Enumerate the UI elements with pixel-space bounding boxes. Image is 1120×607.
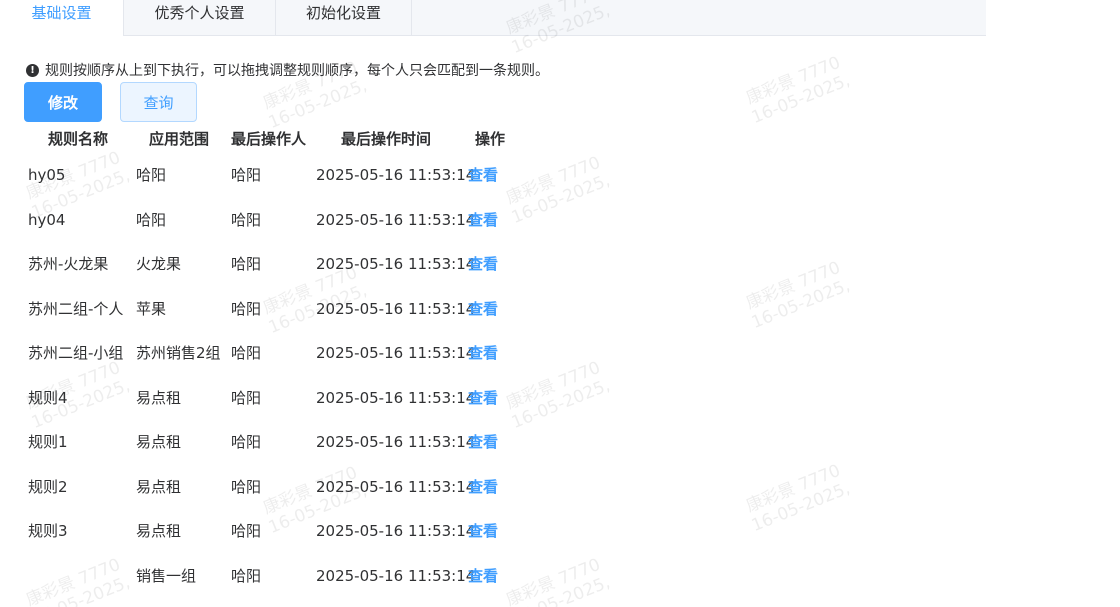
header-last-operator: 最后操作人 bbox=[231, 130, 307, 148]
view-link[interactable]: 查看 bbox=[468, 432, 498, 452]
table-row[interactable]: 规则4 易点租 哈阳 2025-05-16 11:53:14 查看 bbox=[0, 388, 520, 432]
rule-name-cell: 苏州二组-小组 bbox=[28, 344, 124, 362]
table-row[interactable]: hy04 哈阳 哈阳 2025-05-16 11:53:14 查看 bbox=[0, 210, 520, 254]
time-cell: 2025-05-16 11:53:14 bbox=[316, 389, 476, 407]
operator-cell: 哈阳 bbox=[231, 567, 262, 585]
view-link[interactable]: 查看 bbox=[468, 477, 498, 497]
scope-cell: 苹果 bbox=[136, 300, 167, 318]
operator-cell: 哈阳 bbox=[231, 211, 262, 229]
rule-name-cell: hy04 bbox=[28, 211, 66, 229]
scope-cell: 易点租 bbox=[136, 433, 182, 451]
time-cell: 2025-05-16 11:53:14 bbox=[316, 300, 476, 318]
rule-name-cell: 苏州二组-个人 bbox=[28, 300, 124, 318]
watermark: 康彩景 777016-05-2025, bbox=[743, 257, 853, 334]
operator-cell: 哈阳 bbox=[231, 389, 262, 407]
header-last-operation-time: 最后操作时间 bbox=[341, 130, 432, 148]
scope-cell: 易点租 bbox=[136, 522, 182, 540]
rule-name-cell: 规则3 bbox=[28, 522, 68, 540]
time-cell: 2025-05-16 11:53:14 bbox=[316, 478, 476, 496]
rule-name-cell: 规则4 bbox=[28, 389, 68, 407]
view-link[interactable]: 查看 bbox=[468, 254, 498, 274]
tab-excellent-individual-settings[interactable]: 优秀个人设置 bbox=[124, 0, 276, 35]
view-link[interactable]: 查看 bbox=[468, 521, 498, 541]
scope-cell: 哈阳 bbox=[136, 166, 167, 184]
table-row[interactable]: 规则3 易点租 哈阳 2025-05-16 11:53:14 查看 bbox=[0, 521, 520, 565]
table-row[interactable]: 规则2 易点租 哈阳 2025-05-16 11:53:14 查看 bbox=[0, 477, 520, 521]
tab-bar: 基础设置 优秀个人设置 初始化设置 bbox=[0, 0, 986, 36]
operator-cell: 哈阳 bbox=[231, 433, 262, 451]
time-cell: 2025-05-16 11:53:14 bbox=[316, 567, 476, 585]
operator-cell: 哈阳 bbox=[231, 478, 262, 496]
edit-button[interactable]: 修改 bbox=[24, 82, 102, 122]
header-rule-name: 规则名称 bbox=[48, 130, 109, 148]
page-root: 基础设置 优秀个人设置 初始化设置 ! 规则按顺序从上到下执行，可以拖拽调整规则… bbox=[0, 0, 1120, 607]
view-link[interactable]: 查看 bbox=[468, 566, 498, 586]
query-button[interactable]: 查询 bbox=[120, 82, 197, 122]
operator-cell: 哈阳 bbox=[231, 300, 262, 318]
operator-cell: 哈阳 bbox=[231, 166, 262, 184]
exclamation-circle-icon: ! bbox=[26, 63, 39, 77]
time-cell: 2025-05-16 11:53:14 bbox=[316, 255, 476, 273]
scope-cell: 易点租 bbox=[136, 389, 182, 407]
scope-cell: 销售一组 bbox=[136, 567, 197, 585]
watermark: 康彩景 777016-05-2025, bbox=[743, 460, 853, 537]
view-link[interactable]: 查看 bbox=[468, 343, 498, 363]
header-action: 操作 bbox=[475, 130, 506, 148]
rule-order-notice: ! 规则按顺序从上到下执行，可以拖拽调整规则顺序，每个人只会匹配到一条规则。 bbox=[26, 60, 549, 80]
table-row[interactable]: 规则1 易点租 哈阳 2025-05-16 11:53:14 查看 bbox=[0, 432, 520, 476]
scope-cell: 哈阳 bbox=[136, 211, 167, 229]
scope-cell: 苏州销售2组 bbox=[136, 344, 221, 362]
view-link[interactable]: 查看 bbox=[468, 388, 498, 408]
table-row[interactable]: hy05 哈阳 哈阳 2025-05-16 11:53:14 查看 bbox=[0, 165, 520, 209]
rule-name-cell: 规则2 bbox=[28, 478, 68, 496]
header-scope: 应用范围 bbox=[149, 130, 210, 148]
time-cell: 2025-05-16 11:53:14 bbox=[316, 211, 476, 229]
time-cell: 2025-05-16 11:53:14 bbox=[316, 166, 476, 184]
table-row[interactable]: 苏州二组-小组 苏州销售2组 哈阳 2025-05-16 11:53:14 查看 bbox=[0, 343, 520, 387]
view-link[interactable]: 查看 bbox=[468, 299, 498, 319]
time-cell: 2025-05-16 11:53:14 bbox=[316, 344, 476, 362]
watermark: 康彩景 777016-05-2025, bbox=[743, 52, 853, 129]
scope-cell: 火龙果 bbox=[136, 255, 182, 273]
view-link[interactable]: 查看 bbox=[468, 210, 498, 230]
rule-name-cell: 苏州-火龙果 bbox=[28, 255, 109, 273]
table-row[interactable]: 苏州二组-个人 苹果 哈阳 2025-05-16 11:53:14 查看 bbox=[0, 299, 520, 343]
operator-cell: 哈阳 bbox=[231, 522, 262, 540]
tab-initialization-settings[interactable]: 初始化设置 bbox=[276, 0, 412, 35]
table-row[interactable]: 苏州-火龙果 火龙果 哈阳 2025-05-16 11:53:14 查看 bbox=[0, 254, 520, 298]
operator-cell: 哈阳 bbox=[231, 344, 262, 362]
notice-text: 规则按顺序从上到下执行，可以拖拽调整规则顺序，每个人只会匹配到一条规则。 bbox=[45, 63, 549, 79]
view-link[interactable]: 查看 bbox=[468, 165, 498, 185]
tab-basic-settings[interactable]: 基础设置 bbox=[0, 0, 124, 36]
time-cell: 2025-05-16 11:53:14 bbox=[316, 433, 476, 451]
rule-name-cell: hy05 bbox=[28, 166, 66, 184]
operator-cell: 哈阳 bbox=[231, 255, 262, 273]
scope-cell: 易点租 bbox=[136, 478, 182, 496]
time-cell: 2025-05-16 11:53:14 bbox=[316, 522, 476, 540]
table-row[interactable]: 销售一组 哈阳 2025-05-16 11:53:14 查看 bbox=[0, 566, 520, 607]
rule-name-cell: 规则1 bbox=[28, 433, 68, 451]
